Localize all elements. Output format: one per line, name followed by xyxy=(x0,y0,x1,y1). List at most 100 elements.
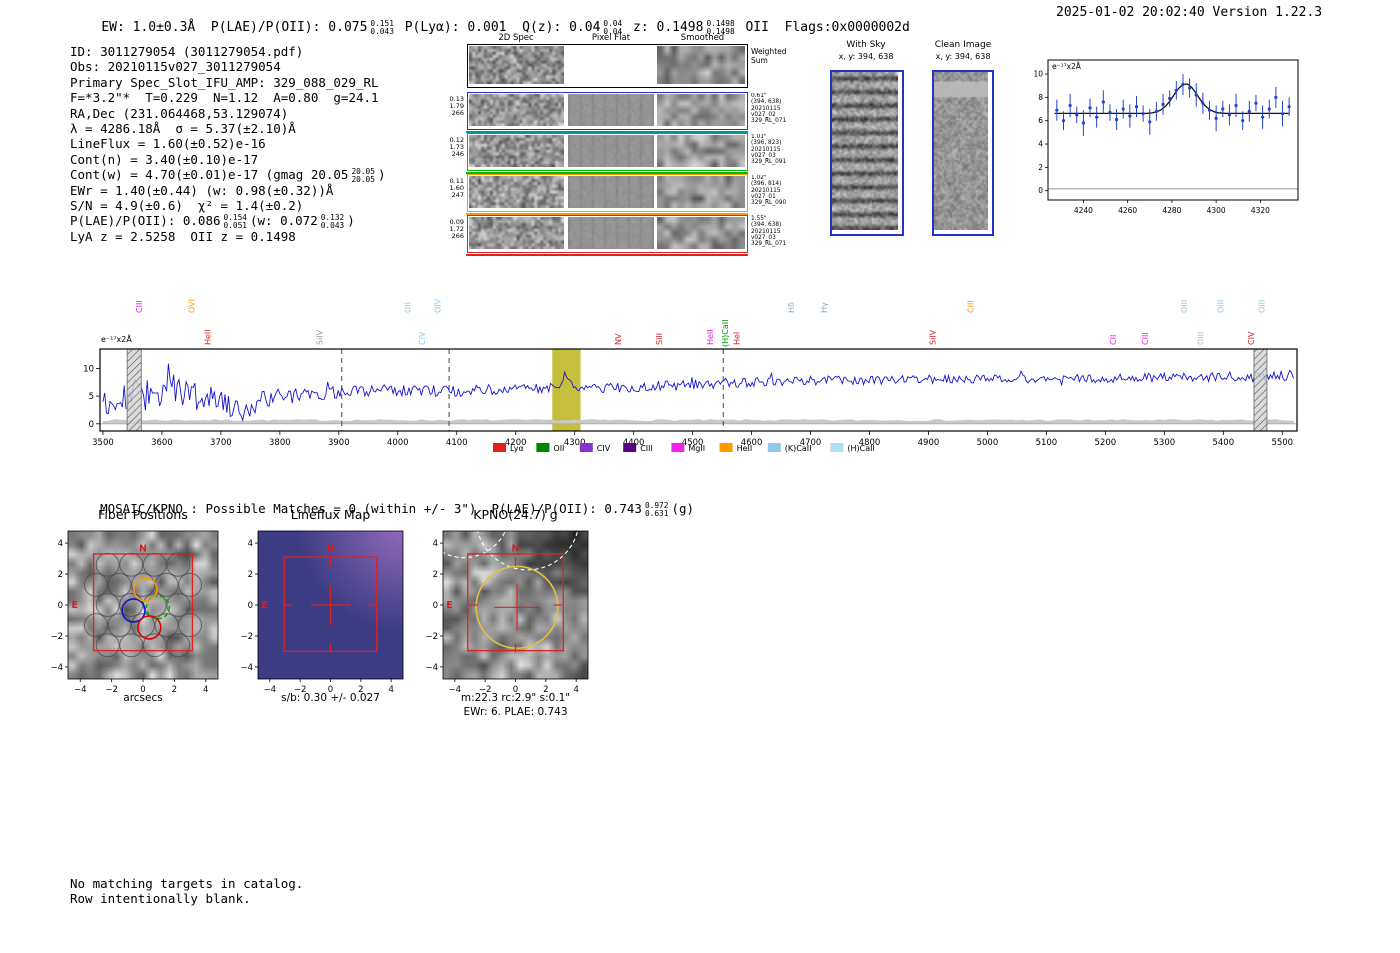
info-id: ID: 3011279054 (3011279054.pdf) xyxy=(70,44,304,59)
legend-label: (H)CaII xyxy=(847,444,874,453)
detected-line-band xyxy=(552,349,581,431)
data-point xyxy=(1134,105,1139,109)
svg-text:−2: −2 xyxy=(240,632,253,642)
info-lineflux: LineFlux = 1.60(±0.52)e-16 xyxy=(70,136,266,152)
svg-text:10: 10 xyxy=(83,364,94,374)
spec2d-row-right-labels: 1.02" (396, 814) 20210115 v027_01 329_RL_090 xyxy=(751,175,787,207)
full-spectrum-chart: 3500360037003800390040004100420043004400… xyxy=(83,298,1298,453)
svg-text:10: 10 xyxy=(1033,70,1043,79)
legend-label: CIII xyxy=(640,444,653,453)
data-point xyxy=(1194,93,1198,97)
svg-text:0: 0 xyxy=(89,420,94,430)
info-lambda-sigma: λ = 4286.18Å σ = 5.37(±2.10)Å xyxy=(70,120,296,136)
svg-text:2: 2 xyxy=(58,570,63,580)
data-point xyxy=(1081,121,1085,125)
legend-swatch xyxy=(623,443,637,452)
gmag-uncertainty: 20.05 20.05 xyxy=(351,167,375,184)
spectral-line-label: OII xyxy=(403,302,412,313)
withsky-image xyxy=(832,72,898,230)
spec2d-row-c-image xyxy=(657,176,745,208)
svg-text:4260: 4260 xyxy=(1118,206,1137,215)
data-point xyxy=(1214,116,1218,120)
info-sn-chi2: S/N = 4.9(±0.6) χ² = 1.4(±0.2) xyxy=(70,197,304,213)
legend-swatch xyxy=(767,443,781,452)
svg-text:4: 4 xyxy=(433,539,438,549)
kpno-overlay: NE−4−4−2−2002244 xyxy=(425,530,589,695)
svg-text:4280: 4280 xyxy=(1162,206,1181,215)
lineflux-map-title: Lineflux Map xyxy=(290,507,371,522)
data-point xyxy=(1088,106,1092,110)
spec2d-row-right-labels: 1.55" (394, 638) 20210115 v027_03 329_RL_071 xyxy=(751,216,787,248)
clean-title: Clean Image xyxy=(934,40,992,50)
info-plae-poii: P(LAE)/P(OII): 0.086 0.154 0.051 (w: 0.072 0… xyxy=(70,213,355,230)
spectral-line-label: OIII xyxy=(1216,300,1225,313)
flux-units-label: e⁻¹⁷x2Å xyxy=(1052,62,1082,71)
data-point xyxy=(1148,120,1152,124)
data-point xyxy=(1227,113,1232,117)
fiber-outline xyxy=(142,552,167,577)
spec2d-row-right-labels: 0.61" (394, 638) 20210115 v027_02 329_RL_071 xyxy=(751,93,787,125)
footer-line-1: No matching targets in catalog. xyxy=(70,876,304,891)
data-point xyxy=(1280,112,1285,116)
svg-text:4300: 4300 xyxy=(1207,206,1226,215)
svg-text:2: 2 xyxy=(1038,163,1043,172)
spectral-line-label: CIII xyxy=(966,300,975,313)
axes-frame xyxy=(1047,59,1299,201)
fiber-outline xyxy=(83,572,108,597)
data-point xyxy=(1055,108,1059,112)
plae-uncertainty: 0.151 0.043 xyxy=(370,20,393,35)
spec2d-row-left-labels: 0.12 1.73 246 xyxy=(449,136,464,158)
data-point xyxy=(1207,108,1212,112)
data-point xyxy=(1181,82,1185,87)
spec2d-row-b-image xyxy=(568,94,654,126)
svg-text:3800: 3800 xyxy=(269,438,291,448)
detection-info-block: ID: 3011279054 (3011279054.pdf) Obs: 202… xyxy=(70,44,385,244)
svg-text:2: 2 xyxy=(433,570,438,580)
fiber-positions-overlay: NE−4−4−2−2002244 xyxy=(50,530,219,695)
data-point xyxy=(1261,115,1265,119)
spectral-line-label: SiII xyxy=(655,333,664,345)
spectral-line-label: Hδ xyxy=(787,302,796,313)
fiber-outline xyxy=(119,552,144,577)
svg-text:5200: 5200 xyxy=(1095,438,1117,448)
svg-text:5300: 5300 xyxy=(1154,438,1176,448)
spectral-line-label: CIII xyxy=(1141,332,1150,345)
spec2d-row-b-image xyxy=(568,135,654,167)
spectrum-trace xyxy=(102,363,1294,422)
svg-text:4240: 4240 xyxy=(1074,206,1093,215)
svg-text:3700: 3700 xyxy=(210,438,232,448)
data-point xyxy=(1168,96,1172,101)
info-cont-w: Cont(w) = 4.70(±0.01)e-17 (gmag 20.05 20.… xyxy=(70,167,386,184)
spectral-line-label: HeII xyxy=(203,329,212,345)
clean-image xyxy=(934,72,988,230)
timestamp: 2025-01-02 20:02:40 Version 1.22.3 xyxy=(1056,5,1323,20)
weighted-sum-label: Weighted Sum xyxy=(751,47,787,65)
fiber-outline xyxy=(95,552,120,577)
data-point xyxy=(1154,109,1159,113)
svg-text:5000: 5000 xyxy=(977,438,999,448)
data-point xyxy=(1095,115,1099,119)
spectral-line-label: CII xyxy=(1109,335,1118,345)
spec2d-row-left-labels: 0.11 1.60 247 xyxy=(449,177,464,199)
plae-lower: 0.043 xyxy=(370,26,394,36)
data-point xyxy=(1274,95,1278,99)
fiber-outline xyxy=(166,552,191,577)
legend-swatch xyxy=(830,443,844,452)
plae-uncertainty-3: 0.132 0.043 xyxy=(320,213,345,230)
fiber-positions-title: Fiber Positions xyxy=(98,507,188,522)
svg-text:4000: 4000 xyxy=(387,438,409,448)
data-point xyxy=(1241,119,1245,123)
data-point xyxy=(1075,113,1079,117)
mosaic-plae-uncertainty: 0.972 0.631 xyxy=(644,500,669,518)
spectral-line-label: OIII xyxy=(1196,332,1205,345)
spec2d-row-left-labels: 0.09 1.72 266 xyxy=(449,218,464,240)
data-point xyxy=(1128,114,1132,118)
svg-text:2: 2 xyxy=(248,570,253,580)
info-seeing: F=*3.2"* T=0.229 N=1.12 A=0.80 g=24.1 xyxy=(70,90,379,106)
legend-swatch xyxy=(536,443,550,452)
spec2d-row-a-image xyxy=(469,94,564,126)
sky-line-band xyxy=(1253,349,1267,431)
compass-east: E xyxy=(446,600,453,611)
spectral-line-label: OIV xyxy=(433,298,442,313)
spec2d-row-b-image xyxy=(568,176,654,208)
